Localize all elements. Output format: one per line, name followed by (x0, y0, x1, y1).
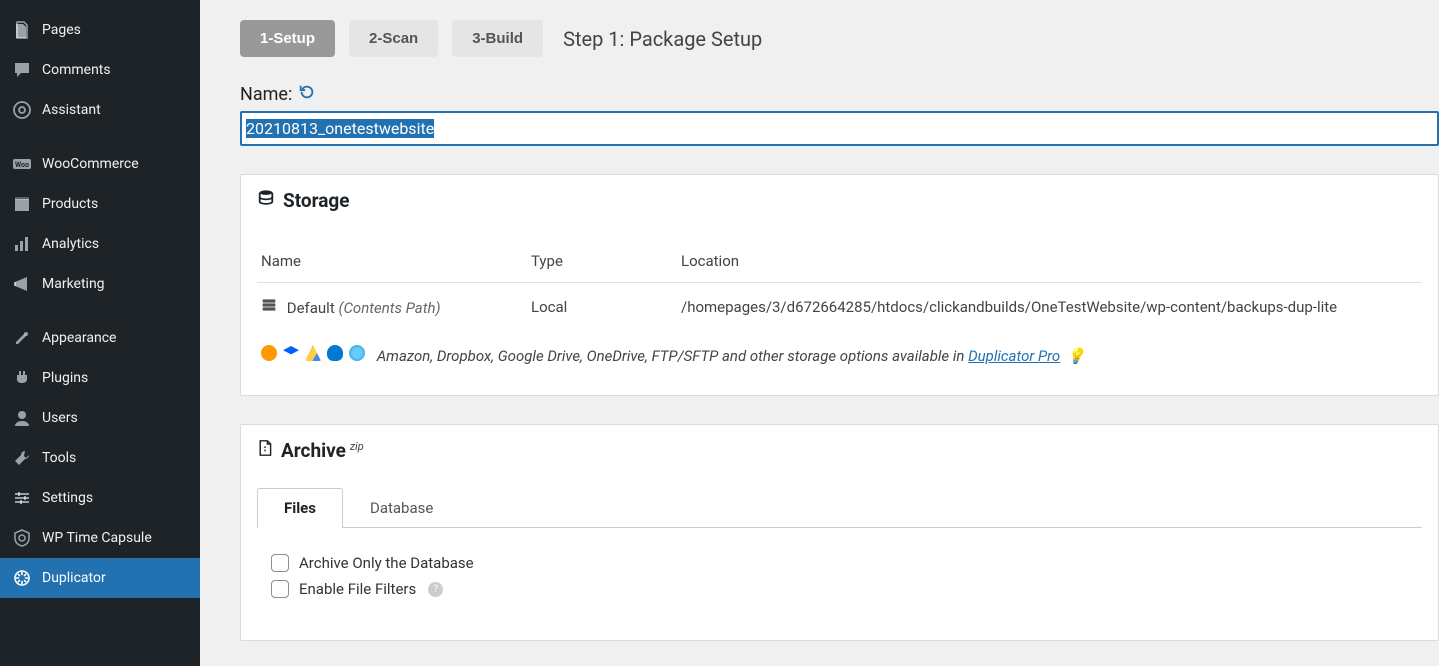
tab-database[interactable]: Database (343, 488, 460, 527)
sidebar-item-woocommerce[interactable]: Woo WooCommerce (0, 144, 200, 184)
lightbulb-icon: 💡 (1067, 347, 1086, 365)
storage-col-name: Name (257, 242, 527, 283)
storage-note-text: Amazon, Dropbox, Google Drive, OneDrive,… (377, 347, 968, 365)
marketing-icon (12, 274, 32, 294)
archive-only-db-checkbox[interactable] (271, 554, 289, 572)
storage-row-name: Default (287, 299, 335, 317)
onedrive-icon (327, 345, 343, 361)
users-icon (12, 408, 32, 428)
archive-panel: Archive zip Files Database Archive Only t… (240, 424, 1439, 641)
storage-panel: Storage Name Type Location Default (240, 174, 1439, 396)
archive-icon (257, 439, 273, 462)
wizard-steps: 1-Setup 2-Scan 3-Build Step 1: Package S… (240, 20, 1439, 57)
help-icon[interactable]: ? (428, 582, 443, 597)
storage-table: Name Type Location Default (Contents Pat… (257, 242, 1422, 379)
sidebar-label: Marketing (42, 276, 105, 292)
storage-col-type: Type (527, 242, 677, 283)
comments-icon (12, 60, 32, 80)
files-tabpanel: Archive Only the Database Enable File Fi… (257, 528, 1422, 624)
sidebar-item-analytics[interactable]: Analytics (0, 224, 200, 264)
analytics-icon (12, 234, 32, 254)
tab-files[interactable]: Files (257, 488, 343, 528)
enable-file-filters-label: Enable File Filters (299, 580, 416, 598)
storage-col-location: Location (677, 242, 1422, 283)
products-icon (12, 194, 32, 214)
sidebar-item-settings[interactable]: Settings (0, 478, 200, 518)
sidebar-label: WP Time Capsule (42, 530, 152, 546)
dropbox-icon (283, 346, 299, 360)
sidebar-label: Appearance (42, 330, 116, 346)
sidebar-item-products[interactable]: Products (0, 184, 200, 224)
name-label: Name: (240, 84, 292, 105)
sidebar-label: Pages (42, 22, 81, 38)
sidebar-label: Products (42, 196, 98, 212)
sidebar-item-tools[interactable]: Tools (0, 438, 200, 478)
duplicator-icon (12, 568, 32, 588)
reset-name-icon[interactable] (298, 83, 316, 105)
sidebar-label: Plugins (42, 370, 88, 386)
sidebar-label: Comments (42, 62, 111, 78)
package-name-value: 20210813_onetestwebsite (246, 119, 434, 138)
shield-icon (12, 528, 32, 548)
archive-title: Archive (281, 439, 346, 462)
server-icon (261, 299, 277, 317)
sidebar-item-users[interactable]: Users (0, 398, 200, 438)
admin-sidebar: Pages Comments Assistant Woo WooCommerce… (0, 0, 200, 666)
duplicator-pro-link[interactable]: Duplicator Pro (968, 347, 1060, 365)
woocommerce-icon: Woo (12, 154, 32, 174)
assistant-icon (12, 100, 32, 120)
step-title: Step 1: Package Setup (563, 27, 762, 51)
storage-row-suffix: (Contents Path) (338, 299, 440, 317)
sidebar-item-duplicator[interactable]: Duplicator (0, 558, 200, 598)
sidebar-label: Assistant (42, 102, 101, 118)
sidebar-item-wp-time-capsule[interactable]: WP Time Capsule (0, 518, 200, 558)
package-name-input-wrap[interactable]: 20210813_onetestwebsite (240, 111, 1439, 146)
sidebar-label: Analytics (42, 236, 99, 252)
storage-note: Amazon, Dropbox, Google Drive, OneDrive,… (257, 331, 1422, 379)
sidebar-item-assistant[interactable]: Assistant (0, 90, 200, 130)
sidebar-item-plugins[interactable]: Plugins (0, 358, 200, 398)
sidebar-label: Settings (42, 490, 93, 506)
enable-file-filters-checkbox[interactable] (271, 580, 289, 598)
pages-icon (12, 20, 32, 40)
sidebar-item-pages[interactable]: Pages (0, 10, 200, 50)
sidebar-item-marketing[interactable]: Marketing (0, 264, 200, 304)
step-2-scan-button[interactable]: 2-Scan (349, 20, 438, 57)
sidebar-item-appearance[interactable]: Appearance (0, 318, 200, 358)
main-content: 1-Setup 2-Scan 3-Build Step 1: Package S… (200, 0, 1439, 661)
google-drive-icon (305, 345, 321, 361)
sidebar-label: WooCommerce (42, 156, 139, 172)
archive-format: zip (350, 440, 364, 453)
database-icon (257, 189, 275, 212)
tools-icon (12, 448, 32, 468)
archive-panel-header[interactable]: Archive zip (241, 425, 1438, 476)
archive-tabs: Files Database (257, 488, 1422, 528)
step-1-setup-button[interactable]: 1-Setup (240, 20, 335, 57)
appearance-icon (12, 328, 32, 348)
storage-panel-header[interactable]: Storage (241, 175, 1438, 226)
archive-only-db-label: Archive Only the Database (299, 554, 474, 572)
storage-row-type: Local (527, 283, 677, 332)
amazon-icon (261, 345, 277, 361)
storage-title: Storage (283, 189, 350, 212)
settings-icon (12, 488, 32, 508)
step-3-build-button[interactable]: 3-Build (452, 20, 543, 57)
sidebar-label: Duplicator (42, 570, 106, 586)
storage-row: Default (Contents Path) Local /homepages… (257, 283, 1422, 332)
sidebar-label: Tools (42, 450, 76, 466)
plugins-icon (12, 368, 32, 388)
sidebar-label: Users (42, 410, 78, 426)
sidebar-item-comments[interactable]: Comments (0, 50, 200, 90)
ftp-icon (349, 345, 365, 361)
storage-row-location: /homepages/3/d672664285/htdocs/clickandb… (677, 283, 1422, 332)
svg-text:Woo: Woo (15, 161, 29, 169)
